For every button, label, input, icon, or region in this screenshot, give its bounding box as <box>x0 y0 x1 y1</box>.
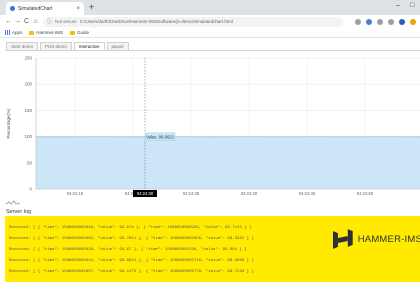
star-icon[interactable] <box>355 18 361 25</box>
folder-icon <box>29 30 35 35</box>
extension-icon[interactable] <box>366 18 372 25</box>
extension-icon[interactable] <box>388 18 394 25</box>
profile-avatar[interactable] <box>399 18 405 25</box>
browser-tab[interactable]: SimulatedChart × <box>6 2 84 15</box>
extension-icon[interactable] <box>377 18 383 25</box>
hammer-ims-logo-icon <box>332 229 353 249</box>
page-favicon-icon <box>10 6 15 11</box>
browser-tab-title: SimulatedChart <box>18 5 53 12</box>
tooltip-text: Value: 99.9622 <box>146 134 175 139</box>
crosshair-label: 04:24:30 <box>137 191 154 196</box>
x-tick-label: 04:24:40 <box>241 191 258 196</box>
log-line: Received: [ { "time": 1568650002848, "va… <box>9 226 252 230</box>
maximize-window-icon[interactable]: □ <box>410 2 414 9</box>
server-log-panel: Received: [ { "time": 1568650002848, "va… <box>5 216 420 282</box>
y-tick-label: 150 <box>24 108 32 113</box>
extension-icon[interactable] <box>410 18 416 25</box>
browser-toolbar: ← → C ⌂ ⓘ Not secure C:/Users/darth/OneD… <box>0 15 420 28</box>
x-tick-label: 04:24:45 <box>299 191 316 196</box>
server-log-title: Server log <box>6 209 32 215</box>
tab-divider <box>6 50 420 51</box>
log-line: Received: [ { "time": 1568650002852, "va… <box>9 237 254 241</box>
extension-icons <box>355 18 416 25</box>
reload-icon[interactable]: C <box>22 18 31 25</box>
y-tick-label: 250 <box>24 56 32 61</box>
browser-tab-strip: SimulatedChart × + – □ <box>0 0 420 15</box>
y-tick-label: 50 <box>27 160 33 165</box>
bookmark-guide[interactable]: Guide <box>70 30 89 35</box>
new-tab-icon[interactable]: + <box>89 2 94 13</box>
bookmarks-bar: Apps Hammer-IMS Guide <box>0 28 420 38</box>
y-axis-label: Percentage(%) <box>6 108 11 139</box>
area-fill <box>36 136 420 189</box>
waveform-icon <box>6 200 20 205</box>
x-tick-label: 04:24:50 <box>357 191 374 196</box>
x-tick-label: 04:24:35 <box>183 191 200 196</box>
y-tick-label: 100 <box>24 134 32 139</box>
info-icon[interactable]: ⓘ <box>47 18 52 25</box>
percentage-chart[interactable]: 0 50 100 150 200 250 04:24:15 04:24:30 04:24:35 0… <box>0 52 420 202</box>
y-tick-label: 0 <box>29 187 32 192</box>
security-label: Not secure <box>55 19 77 24</box>
x-tick-label: 04:24:15 <box>67 191 84 196</box>
home-icon[interactable]: ⌂ <box>31 18 40 25</box>
address-url: C:/Users/darth/OneDrive/Hammer-IMS/softw… <box>79 19 233 24</box>
folder-icon <box>70 30 76 35</box>
hammer-ims-logo: HAMMER-IMS <box>332 228 420 250</box>
logo-text: HAMMER-IMS <box>357 233 420 245</box>
log-line: Received: [ { "time": 1568650002842, "va… <box>9 259 254 263</box>
address-bar[interactable]: ⓘ Not secure C:/Users/darth/OneDrive/Ham… <box>43 16 343 27</box>
log-line: Received: [ { "time": 1568650002857, "va… <box>9 270 254 274</box>
apps-grid-icon <box>5 30 10 35</box>
minimize-window-icon[interactable]: – <box>396 2 400 9</box>
close-tab-icon[interactable]: × <box>76 6 80 12</box>
back-icon[interactable]: ← <box>4 18 13 25</box>
forward-icon[interactable]: → <box>13 18 22 25</box>
y-tick-label: 200 <box>24 82 32 87</box>
log-line: Received: [ { "time": 1568650002828, "va… <box>9 248 247 252</box>
bookmark-hammer-ims[interactable]: Hammer-IMS <box>29 30 63 35</box>
bookmark-apps[interactable]: Apps <box>5 30 22 35</box>
